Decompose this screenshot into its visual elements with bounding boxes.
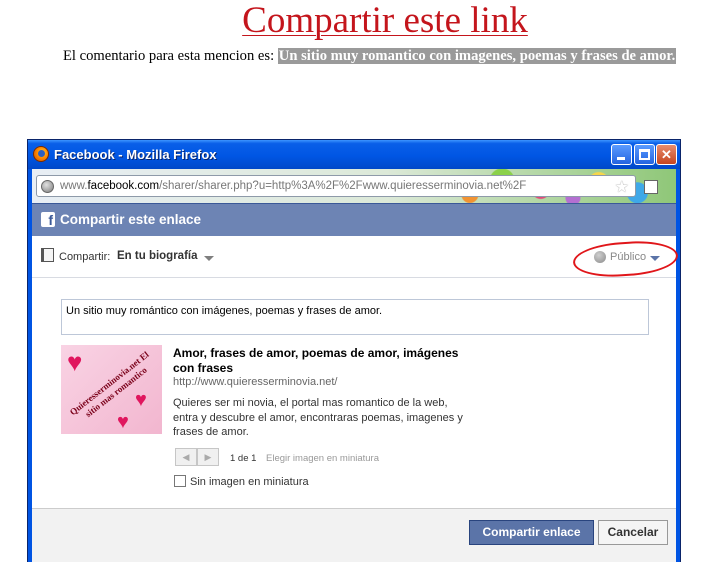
mention-prefix: El comentario para esta mencion es: [63, 48, 275, 64]
cancel-button[interactable]: Cancelar [598, 520, 668, 545]
globe-icon [594, 251, 606, 263]
url-path: /sharer/sharer.php?u=http%3A%2F%2Fwww.qu… [159, 180, 527, 192]
dialog-footer: Compartir enlace Cancelar [32, 508, 676, 562]
arrow-left-icon: ◀ [182, 452, 190, 462]
maximize-button[interactable] [634, 144, 655, 165]
no-thumbnail-checkbox[interactable] [174, 475, 186, 487]
url-field[interactable]: www.facebook.com/sharer/sharer.php?u=htt… [36, 175, 636, 197]
chevron-down-icon[interactable] [204, 256, 214, 261]
heart-icon: ♥ [67, 347, 83, 377]
firefox-window: Facebook - Mozilla Firefox ✕ www.faceboo… [27, 139, 681, 562]
comment-input[interactable]: Un sitio muy romántico con imágenes, poe… [61, 299, 649, 335]
link-thumbnail: ♥ ♥ ♥ Quieresserminovia.net El sitio mas… [61, 345, 162, 434]
arrow-right-icon: ▶ [204, 452, 212, 462]
close-icon: ✕ [661, 147, 672, 162]
heart-icon: ♥ [135, 389, 147, 411]
heart-icon: ♥ [117, 411, 129, 433]
share-label: Compartir: [59, 251, 111, 263]
link-description: Quieres ser mi novia, el portal mas roma… [173, 397, 463, 438]
share-destination-row: Compartir: En tu biografía Público [32, 236, 680, 280]
share-link-button[interactable]: Compartir enlace [469, 520, 594, 545]
no-thumbnail-label[interactable]: Sin imagen en miniatura [190, 476, 309, 488]
chevron-down-icon[interactable] [650, 256, 660, 261]
previous-thumbnail-button[interactable]: ◀ [175, 448, 197, 466]
firefox-logo-icon [33, 146, 49, 162]
url-scheme: www. [60, 180, 88, 192]
url-bar-area: www.facebook.com/sharer/sharer.php?u=htt… [32, 169, 676, 203]
facebook-logo-icon: f [41, 212, 55, 228]
window-titlebar[interactable]: Facebook - Mozilla Firefox ✕ [28, 140, 680, 169]
minimize-button[interactable] [611, 144, 632, 165]
link-title: Amor, frases de amor, poemas de amor, im… [173, 346, 459, 375]
thumbnail-page-count: 1 de 1 [230, 453, 257, 464]
dialog-title: Compartir este enlace [60, 212, 202, 227]
globe-icon [41, 180, 54, 193]
star-icon[interactable]: ★ [615, 177, 629, 197]
mention-text: Un sitio muy romantico con imagenes, poe… [277, 48, 677, 64]
next-thumbnail-button[interactable]: ▶ [197, 448, 219, 466]
close-button[interactable]: ✕ [656, 144, 677, 165]
window-title: Facebook - Mozilla Firefox [54, 147, 217, 162]
link-url: http://www.quieresserminovia.net/ [173, 376, 338, 388]
facebook-share-dialog: f Compartir este enlace Compartir: En tu… [32, 203, 680, 562]
share-target-dropdown[interactable]: En tu biografía [117, 250, 198, 262]
url-host: facebook.com [87, 180, 160, 192]
audience-selector[interactable]: Público [610, 251, 646, 263]
mention-line: El comentario para esta mencion es: Un s… [63, 47, 677, 65]
choose-thumbnail-label: Elegir imagen en miniatura [266, 453, 380, 464]
dialog-header: f Compartir este enlace [32, 203, 676, 236]
url-text: www.facebook.com/sharer/sharer.php?u=htt… [60, 180, 526, 192]
page-icon[interactable] [644, 180, 658, 194]
page-title[interactable]: Compartir este link [0, 0, 710, 42]
share-icon [41, 248, 54, 262]
